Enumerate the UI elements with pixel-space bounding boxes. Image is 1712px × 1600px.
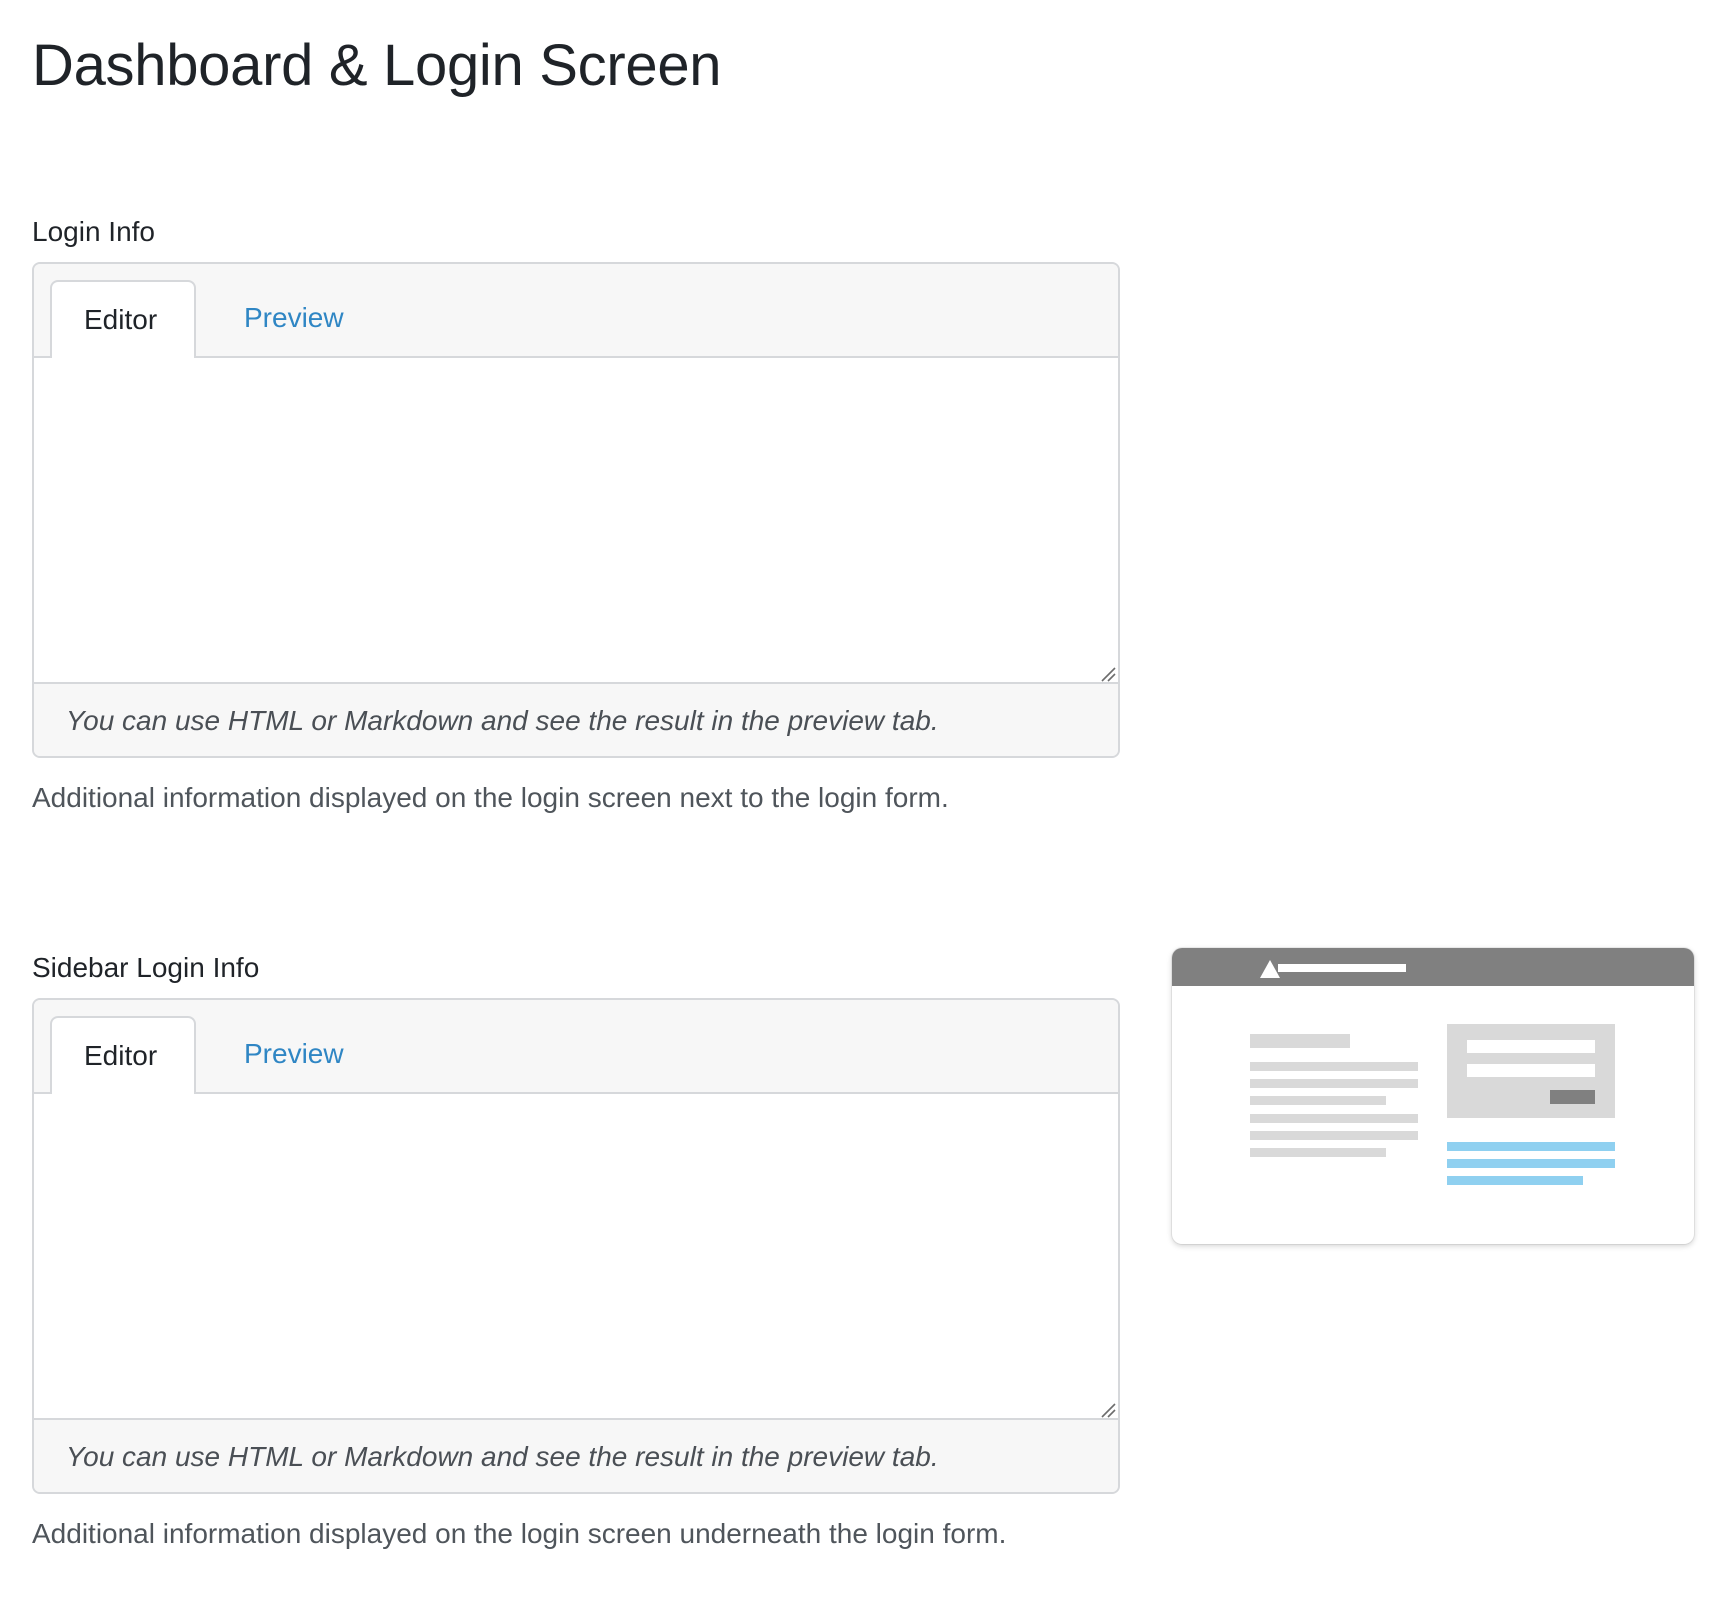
illustration-input-field (1467, 1040, 1595, 1053)
illustration-submit-button (1550, 1090, 1595, 1104)
illustration-text-line (1250, 1079, 1418, 1088)
resize-grip-icon[interactable] (1100, 666, 1116, 682)
login-info-label: Login Info (32, 216, 155, 247)
sidebar-login-info-textarea[interactable] (34, 1094, 1118, 1420)
login-info-editor: Editor Preview You can use HTML or Markd… (32, 262, 1120, 758)
sidebar-login-info-tab-editor[interactable]: Editor (50, 1016, 196, 1096)
sidebar-login-info-tab-bar: Editor Preview (34, 1000, 1118, 1096)
login-info-textarea[interactable] (34, 358, 1118, 684)
illustration-link-line (1447, 1159, 1615, 1168)
login-info-tab-bar: Editor Preview (34, 264, 1118, 360)
login-screen-illustration-graphic (1172, 948, 1694, 1185)
illustration-input-field (1467, 1064, 1595, 1077)
sidebar-login-info-hint: You can use HTML or Markdown and see the… (34, 1422, 1118, 1492)
login-info-tab-preview[interactable]: Preview (212, 280, 376, 360)
illustration-heading-line (1250, 1034, 1350, 1048)
illustration-link-line (1447, 1176, 1583, 1185)
login-info-tab-editor[interactable]: Editor (50, 280, 196, 360)
login-screen-illustration (1172, 948, 1694, 1244)
illustration-link-line (1447, 1142, 1615, 1151)
illustration-text-line (1250, 1114, 1418, 1123)
sidebar-login-info-editor: Editor Preview You can use HTML or Markd… (32, 998, 1120, 1494)
illustration-header-bar (1172, 948, 1694, 986)
sidebar-login-info-description: Additional information displayed on the … (32, 1518, 1007, 1549)
illustration-text-line (1250, 1096, 1386, 1105)
resize-grip-icon[interactable] (1100, 1402, 1116, 1418)
illustration-text-line (1250, 1062, 1418, 1071)
sidebar-login-info-section: Sidebar Login Info Editor Preview You ca… (32, 948, 1120, 1554)
illustration-text-line (1250, 1148, 1386, 1157)
sidebar-login-info-label: Sidebar Login Info (32, 952, 260, 983)
sidebar-login-info-tab-preview[interactable]: Preview (212, 1016, 376, 1096)
login-info-description: Additional information displayed on the … (32, 782, 949, 813)
illustration-text-line (1250, 1131, 1418, 1140)
illustration-title-line (1278, 964, 1406, 972)
page-title: Dashboard & Login Screen (32, 33, 722, 98)
login-info-section: Login Info Editor Preview You can use HT… (32, 212, 1120, 818)
login-info-hint: You can use HTML or Markdown and see the… (34, 686, 1118, 756)
